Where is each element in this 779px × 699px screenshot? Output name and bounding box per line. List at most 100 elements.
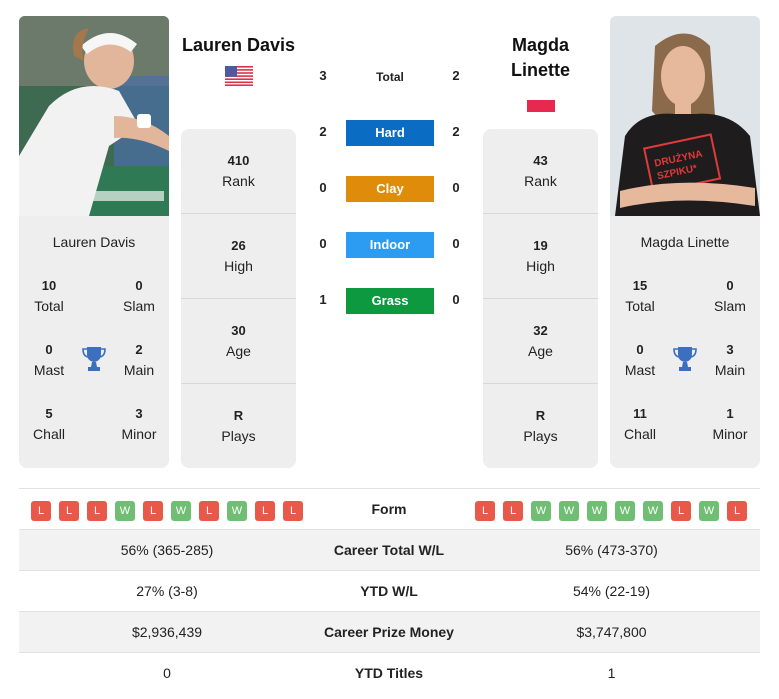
form-loss-badge[interactable]: L (503, 501, 523, 521)
h2h-grass-p1: 1 (319, 292, 327, 307)
form-loss-badge[interactable]: L (475, 501, 495, 521)
surface-indoor-badge[interactable]: Indoor (346, 232, 434, 258)
titles-slam-value: 0 (135, 278, 143, 293)
titles-mast-value: 0 (636, 342, 644, 357)
comparison-table: LLLWLWLWLL Form LLWWWWWLWL 56% (365-285)… (19, 488, 760, 693)
titles-minor-value: 1 (726, 406, 734, 421)
h2h-total-row: 3 Total 2 (305, 64, 475, 90)
player1-plays: R Plays (181, 384, 296, 468)
titles-total-value: 10 (41, 278, 57, 293)
player2-stats-card: 43 Rank 19 High 32 Age R Plays (483, 129, 598, 468)
form-loss-badge[interactable]: L (727, 501, 747, 521)
h2h-grass-row: 1 Grass 0 (305, 288, 475, 314)
surface-clay-badge[interactable]: Clay (346, 176, 434, 202)
plays-value: R (535, 408, 546, 423)
titles-chall-label: Chall (33, 426, 65, 442)
high-value: 19 (533, 238, 548, 253)
player1-age: 30 Age (181, 299, 296, 384)
rank-value: 410 (227, 153, 250, 168)
player1-value: 0 (163, 665, 171, 681)
titles-main-value: 3 (726, 342, 734, 357)
h2h-hard-p1: 2 (319, 124, 327, 139)
h2h-total-label: Total (376, 70, 404, 84)
plays-value: R (233, 408, 244, 423)
player2-titles-name: Magda Linette (640, 234, 730, 250)
form-loss-badge[interactable]: L (199, 501, 219, 521)
h2h-total-p1: 3 (319, 68, 327, 83)
titles-main-value: 2 (135, 342, 143, 357)
player2-plays: R Plays (483, 384, 598, 468)
player2-titles-slam: 0 Slam (700, 276, 760, 316)
row-label: Career Total W/L (333, 542, 445, 558)
player1-photo (19, 16, 169, 216)
surface-hard-badge[interactable]: Hard (346, 120, 434, 146)
titles-chall-value: 5 (45, 406, 53, 421)
plays-label: Plays (221, 428, 256, 444)
player2-titles-mast: 0 Mast (610, 340, 670, 380)
h2h-hard-row: 2 Hard 2 (305, 120, 475, 146)
form-loss-badge[interactable]: L (283, 501, 303, 521)
titles-chall-value: 11 (633, 406, 647, 421)
form-loss-badge[interactable]: L (87, 501, 107, 521)
table-row: 0 YTD Titles 1 (19, 652, 760, 693)
titles-minor-label: Minor (712, 426, 748, 442)
player2-titles-minor: 1 Minor (700, 404, 760, 444)
form-loss-badge[interactable]: L (31, 501, 51, 521)
titles-slam-label: Slam (123, 298, 155, 314)
titles-total-label: Total (625, 298, 655, 314)
high-label: High (526, 258, 555, 274)
player1-titles-slam: 0 Slam (109, 276, 169, 316)
player1-name[interactable]: Lauren Davis (181, 33, 296, 58)
player2-titles-main: 3 Main (700, 340, 760, 380)
titles-main-label: Main (123, 362, 155, 378)
age-value: 32 (533, 323, 548, 338)
surface-grass-badge[interactable]: Grass (346, 288, 434, 314)
player2-high: 19 High (483, 214, 598, 299)
form-loss-badge[interactable]: L (143, 501, 163, 521)
age-value: 30 (231, 323, 246, 338)
player1-value: $2,936,439 (131, 624, 203, 640)
player1-titles-name: Lauren Davis (52, 234, 136, 250)
titles-slam-value: 0 (726, 278, 734, 293)
table-row: 27% (3-8) YTD W/L 54% (22-19) (19, 570, 760, 611)
plays-label: Plays (523, 428, 558, 444)
titles-mast-value: 0 (45, 342, 53, 357)
titles-minor-label: Minor (121, 426, 157, 442)
form-win-badge[interactable]: W (699, 501, 719, 521)
form-win-badge[interactable]: W (559, 501, 579, 521)
form-label: Form (371, 501, 407, 517)
player2-value: $3,747,800 (576, 624, 647, 640)
player1-value: 56% (365-285) (120, 542, 214, 558)
form-win-badge[interactable]: W (115, 501, 135, 521)
player2-age: 32 Age (483, 299, 598, 384)
player1-stats-card: 410 Rank 26 High 30 Age R Plays (181, 129, 296, 468)
player1-high: 26 High (181, 214, 296, 299)
h2h-clay-p2: 0 (452, 180, 460, 195)
player1-titles-mast: 0 Mast (19, 340, 79, 380)
player2-name[interactable]: Magda Linette (483, 33, 598, 83)
titles-main-label: Main (714, 362, 746, 378)
form-win-badge[interactable]: W (171, 501, 191, 521)
form-loss-badge[interactable]: L (671, 501, 691, 521)
titles-total-label: Total (34, 298, 64, 314)
form-win-badge[interactable]: W (643, 501, 663, 521)
player2-value: 56% (473-370) (565, 542, 658, 558)
form-win-badge[interactable]: W (615, 501, 635, 521)
player1-value: 27% (3-8) (136, 583, 198, 599)
poland-flag-icon (527, 100, 555, 112)
player2-photo: DRUŻYNA SZPIKU* (610, 16, 760, 216)
player2-form: LLWWWWWLWL (475, 501, 747, 521)
row-label: Career Prize Money (324, 624, 454, 640)
rank-value: 43 (533, 153, 548, 168)
form-win-badge[interactable]: W (531, 501, 551, 521)
form-win-badge[interactable]: W (587, 501, 607, 521)
player1-titles-chall: 5 Chall (19, 404, 79, 444)
form-win-badge[interactable]: W (227, 501, 247, 521)
titles-total-value: 15 (632, 278, 648, 293)
form-loss-badge[interactable]: L (255, 501, 275, 521)
titles-slam-label: Slam (714, 298, 746, 314)
h2h-clay-row: 0 Clay 0 (305, 176, 475, 202)
form-loss-badge[interactable]: L (59, 501, 79, 521)
high-label: High (224, 258, 253, 274)
age-label: Age (226, 343, 251, 359)
